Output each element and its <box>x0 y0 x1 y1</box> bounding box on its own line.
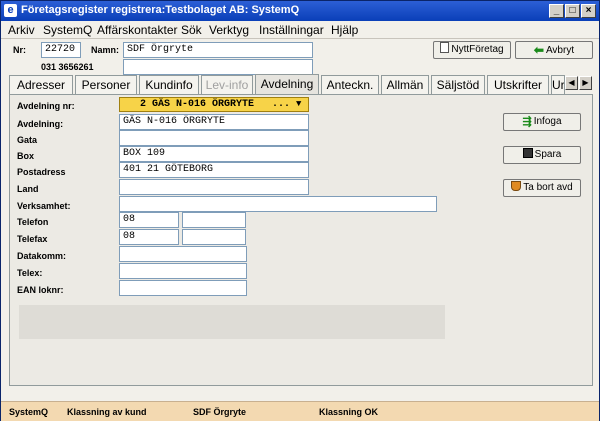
postadress-label: Postadress <box>17 167 66 177</box>
tab-avdelning[interactable]: Avdelning <box>255 74 319 95</box>
datakomm-label: Datakomm: <box>17 251 67 261</box>
phone-text: 031 3656261 <box>41 62 94 72</box>
land-field[interactable] <box>119 179 309 195</box>
verksamhet-label: Verksamhet: <box>17 201 71 211</box>
telefon-label: Telefon <box>17 217 49 227</box>
tab-saljstod[interactable]: Säljstöd <box>431 75 485 95</box>
telex-label: Telex: <box>17 268 43 278</box>
status-app: SystemQ <box>9 407 49 417</box>
tab-strip: Adresser Personer Kundinfo Lev-info Avde… <box>9 74 593 95</box>
menu-bar: Arkiv SystemQ Affärskontakter Sök Verkty… <box>1 21 599 39</box>
land-label: Land <box>17 184 39 194</box>
menu-sok[interactable]: Sök <box>181 23 202 37</box>
verksamhet-field[interactable] <box>119 196 437 212</box>
menu-systemq[interactable]: SystemQ <box>43 23 92 37</box>
tab-ur[interactable]: Ur <box>551 75 565 95</box>
telefon-prefix-field[interactable]: 08 <box>119 212 179 228</box>
app-icon: e <box>4 4 17 17</box>
document-icon <box>440 42 450 53</box>
trash-bin-icon <box>511 181 522 191</box>
tab-kundinfo[interactable]: Kundinfo <box>139 75 199 95</box>
box-field[interactable]: BOX 109 <box>119 146 309 162</box>
ean-label: EAN loknr: <box>17 285 64 295</box>
telefax-label: Telefax <box>17 234 48 244</box>
menu-hjalp[interactable]: Hjälp <box>331 23 358 37</box>
telex-field[interactable] <box>119 263 247 279</box>
ta-bort-label: Ta bort avd <box>523 182 573 193</box>
gata-field[interactable] <box>119 130 309 146</box>
infoga-button[interactable]: ⇶ Infoga <box>503 113 581 131</box>
datakomm-field[interactable] <box>119 246 247 262</box>
avdelning-label: Avdelning: <box>17 119 64 129</box>
menu-affarskontakter[interactable]: Affärskontakter <box>97 23 177 37</box>
close-button[interactable]: × <box>581 4 596 18</box>
status-message: Klassning OK <box>319 407 379 417</box>
avdelning-nr-value: 2 GÄS N-016 ÖRGRYTE <box>140 99 255 110</box>
infoga-label: Infoga <box>533 116 562 127</box>
avdelning-nr-ellipsis: ... <box>272 99 291 110</box>
namn-label: Namn: <box>91 45 120 55</box>
nr-label: Nr: <box>13 45 26 55</box>
cancel-label: Avbryt <box>545 45 575 56</box>
menu-installningar[interactable]: Inställningar <box>259 23 324 37</box>
new-company-label: NyttFöretag <box>451 44 504 55</box>
phone-band <box>19 305 445 339</box>
chevron-down-icon: ▼ <box>296 99 302 109</box>
tab-lev-info[interactable]: Lev-info <box>201 75 253 95</box>
status-company: SDF Örgryte <box>193 407 247 417</box>
status-context: Klassning av kund <box>67 407 147 417</box>
tab-scroll-right-button[interactable]: ▶ <box>579 76 592 90</box>
floppy-disk-icon <box>522 148 533 158</box>
namn-field-2[interactable] <box>123 59 313 75</box>
new-company-button[interactable]: NyttFöretag <box>433 41 511 59</box>
menu-verktyg[interactable]: Verktyg <box>209 23 249 37</box>
telefon-number-field[interactable] <box>182 212 246 228</box>
gata-label: Gata <box>17 135 38 145</box>
menu-arkiv[interactable]: Arkiv <box>8 23 35 37</box>
tab-adresser[interactable]: Adresser <box>9 75 73 95</box>
namn-field[interactable]: SDF Örgryte <box>123 42 313 58</box>
arrow-left-icon: ⬅ <box>533 43 544 57</box>
avdelning-nr-label: Avdelning nr: <box>17 101 75 111</box>
spara-label: Spara <box>534 149 562 160</box>
application-window: e Företagsregister registrera:Testbolage… <box>0 0 600 421</box>
status-bar: SystemQ Klassning av kund SDF Örgryte Kl… <box>1 401 599 421</box>
tab-anteckn[interactable]: Anteckn. <box>321 75 379 95</box>
box-label: Box <box>17 151 35 161</box>
telefax-prefix-field[interactable]: 08 <box>119 229 179 245</box>
avdelning-field[interactable]: GÄS N-016 ÖRGRYTE <box>119 114 309 130</box>
tab-utskrifter[interactable]: Utskrifter <box>487 75 549 95</box>
nr-field[interactable]: 22720 <box>41 42 81 58</box>
postadress-field[interactable]: 401 21 GÖTEBORG <box>119 162 309 178</box>
ean-field[interactable] <box>119 280 247 296</box>
ta-bort-button[interactable]: Ta bort avd <box>503 179 581 197</box>
spara-button[interactable]: Spara <box>503 146 581 164</box>
tab-allman[interactable]: Allmän <box>381 75 429 95</box>
window-title: Företagsregister registrera:Testbolaget … <box>21 4 300 16</box>
title-bar[interactable]: e Företagsregister registrera:Testbolage… <box>1 1 599 21</box>
avdelning-nr-dropdown[interactable]: 2 GÄS N-016 ÖRGRYTE ... ▼ <box>119 97 309 112</box>
tab-scroll-left-button[interactable]: ◀ <box>565 76 578 90</box>
tab-personer[interactable]: Personer <box>75 75 137 95</box>
insert-icon: ⇶ <box>522 116 532 128</box>
telefax-number-field[interactable] <box>182 229 246 245</box>
maximize-button[interactable]: □ <box>565 4 580 18</box>
minimize-button[interactable]: _ <box>549 4 564 18</box>
cancel-button[interactable]: ⬅ Avbryt <box>515 41 593 59</box>
